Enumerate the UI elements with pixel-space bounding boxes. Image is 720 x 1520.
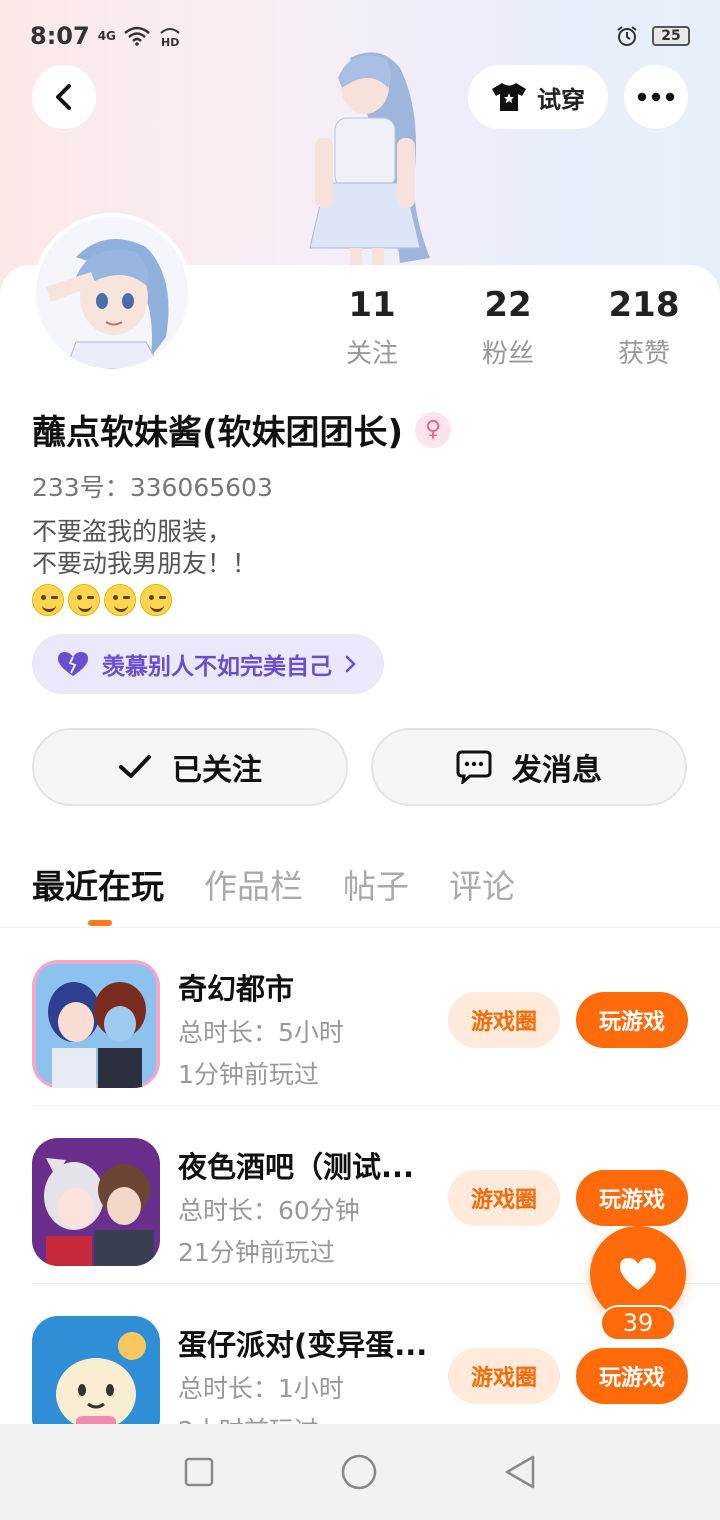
- stat-number: 22: [484, 285, 532, 325]
- heart-icon: [58, 652, 88, 676]
- status-time: 8:07: [30, 22, 90, 50]
- play-game-button[interactable]: 玩游戏: [576, 992, 688, 1048]
- try-on-button[interactable]: 试穿: [468, 65, 608, 129]
- like-count-badge: 39: [600, 1305, 676, 1341]
- play-game-button[interactable]: 玩游戏: [576, 1348, 688, 1404]
- stats-row: 11 关注 22 粉丝 218 获赞: [0, 285, 720, 375]
- hd-call-icon: HD: [160, 28, 180, 47]
- game-circle-button[interactable]: 游戏圈: [448, 992, 560, 1048]
- user-id[interactable]: 233号：336065603: [32, 468, 273, 504]
- chevron-left-icon: [56, 84, 71, 110]
- network-indicator: 4G: [97, 29, 116, 43]
- following-button[interactable]: 已关注: [32, 728, 348, 806]
- game-icon-fantasy-city[interactable]: [32, 960, 160, 1088]
- stat-number: 11: [348, 285, 396, 325]
- game-duration: 总时长：1小时: [178, 1374, 344, 1403]
- more-button[interactable]: [624, 65, 688, 129]
- game-artwork: [32, 960, 160, 1088]
- alarm-icon: [617, 26, 637, 46]
- back-button[interactable]: [32, 65, 96, 129]
- game-circle-button[interactable]: 游戏圈: [448, 1170, 560, 1226]
- back-triangle-icon[interactable]: [503, 1454, 537, 1490]
- stat-following[interactable]: 11 关注: [312, 285, 432, 370]
- wink-emoji-icon: [32, 584, 64, 616]
- stat-label: 关注: [345, 339, 398, 369]
- game-circle-button[interactable]: 游戏圈: [448, 1348, 560, 1404]
- chat-bubble-icon: [456, 750, 492, 784]
- game-title: 夜色酒吧（测试...: [178, 1150, 415, 1184]
- signature-tag[interactable]: 羡慕别人不如完美自己: [32, 634, 384, 694]
- tab-recently-played[interactable]: 最近在玩: [32, 860, 164, 908]
- tab-comments[interactable]: 评论: [449, 860, 515, 908]
- message-button[interactable]: 发消息: [371, 728, 687, 806]
- female-gender-icon: ♀: [415, 411, 452, 448]
- bio-emoji-row: [32, 584, 172, 616]
- tab-posts[interactable]: 帖子: [343, 860, 409, 908]
- system-nav-bar: [0, 1424, 720, 1520]
- tshirt-icon: [492, 83, 526, 111]
- home-icon[interactable]: [340, 1453, 378, 1491]
- game-duration: 总时长：5小时: [178, 1018, 344, 1047]
- wink-emoji-icon: [140, 584, 172, 616]
- game-title: 蛋仔派对(变异蛋...: [178, 1328, 428, 1362]
- stat-label: 粉丝: [481, 339, 534, 369]
- stat-label: 获赞: [617, 339, 670, 369]
- character-figure: [309, 52, 430, 268]
- username: 蘸点软妹酱(软妹团团长): [32, 413, 404, 453]
- profile-tabs: 最近在玩 作品栏 帖子 评论: [32, 860, 515, 908]
- active-tab-indicator: [88, 920, 112, 926]
- bio-line: 不要盗我的服装，: [32, 517, 233, 546]
- game-list-item[interactable]: 奇幻都市 总时长：5小时 1分钟前玩过 游戏圈 玩游戏: [0, 928, 720, 1106]
- svg-text:HD: HD: [161, 36, 179, 47]
- wink-emoji-icon: [68, 584, 100, 616]
- battery-indicator: 25: [652, 26, 690, 46]
- name-row: 蘸点软妹酱(软妹团团长) ♀: [32, 405, 452, 454]
- game-title: 奇幻都市: [178, 972, 295, 1006]
- tag-label: 羡慕别人不如完美自己: [102, 654, 332, 680]
- game-icon-night-bar[interactable]: [32, 1138, 160, 1266]
- game-duration: 总时长：60分钟: [178, 1196, 360, 1225]
- game-artwork: [32, 1138, 160, 1266]
- stat-number: 218: [608, 285, 680, 325]
- status-bar: 8:07 4G HD 25: [0, 0, 720, 72]
- more-dots-icon: [637, 92, 675, 102]
- bio-line: 不要动我男朋友！！: [32, 549, 258, 578]
- stat-likes[interactable]: 218 获赞: [584, 285, 704, 370]
- recent-apps-icon[interactable]: [183, 1456, 215, 1488]
- tab-works[interactable]: 作品栏: [204, 860, 303, 908]
- game-last-played: 1分钟前玩过: [178, 1060, 319, 1089]
- chevron-right-icon: [345, 655, 356, 673]
- wifi-icon: [124, 26, 150, 46]
- game-last-played: 21分钟前玩过: [178, 1238, 335, 1267]
- try-on-label: 试穿: [537, 85, 585, 114]
- following-label: 已关注: [172, 753, 262, 788]
- wink-emoji-icon: [104, 584, 136, 616]
- bio: 不要盗我的服装， 不要动我男朋友！！: [32, 516, 257, 580]
- play-game-button[interactable]: 玩游戏: [576, 1170, 688, 1226]
- message-label: 发消息: [512, 753, 602, 788]
- stat-fans[interactable]: 22 粉丝: [448, 285, 568, 370]
- heart-icon: [620, 1258, 656, 1290]
- checkmark-icon: [119, 755, 151, 778]
